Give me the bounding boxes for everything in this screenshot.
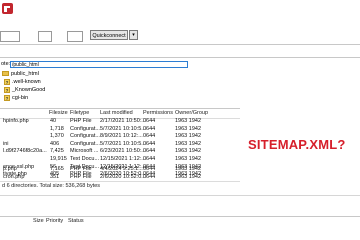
remote-path-input[interactable]: /public_html: [10, 61, 188, 68]
unknown-folder-icon: ?: [4, 94, 10, 101]
quickconnect-bar: Quickconnect ▾: [0, 29, 360, 43]
remote-path-bar: ote: /public_html: [0, 61, 190, 69]
tree-item-public-html[interactable]: public_html: [2, 70, 39, 78]
unknown-folder-icon: ?: [4, 78, 10, 85]
message-log: [0, 44, 360, 58]
queue-column-size[interactable]: Size: [33, 218, 44, 224]
column-header-filesize[interactable]: Filesize: [49, 110, 68, 116]
tree-item-cgi-bin[interactable]: ? cgi-bin: [4, 94, 28, 102]
table-row[interactable]: hpinfo.php 40 PHP File 2/17/2021 10:50:.…: [0, 118, 240, 126]
table-row[interactable]: 1,370 Configurat... 8/9/2021 10:12:... 0…: [0, 133, 240, 141]
port-input[interactable]: [67, 31, 83, 42]
column-header-permissions[interactable]: Permissions: [143, 110, 173, 116]
divider: [0, 195, 360, 196]
password-input[interactable]: [38, 31, 52, 42]
remote-directory-tree: public_html ? .well-known ? _KnownGood ? cg…: [0, 70, 190, 110]
file-list-overflow: p.php 7,165 PHP File 4/4/2024 9:25:1... …: [0, 166, 240, 182]
quickconnect-button[interactable]: Quickconnect: [90, 30, 128, 40]
filezilla-logo: [0, 0, 30, 18]
remote-path-label: ote:: [1, 61, 11, 67]
folder-icon: [2, 71, 9, 77]
column-header-owner-group[interactable]: Owner/Group: [175, 110, 208, 116]
table-row[interactable]: ini 406 Configurat... 5/7/2021 10:10:5..…: [0, 141, 240, 149]
table-row[interactable]: 19,915 Text Docu... 12/15/2021 1:12:... …: [0, 156, 240, 164]
column-header-last-modified[interactable]: Last modified: [100, 110, 133, 116]
transfer-queue-header: Size Priority Status: [0, 216, 360, 226]
table-row[interactable]: 1,718 Configurat... 5/7/2021 10:10:5... …: [0, 126, 240, 134]
tree-item-knowngood[interactable]: ? _KnownGood: [4, 86, 45, 94]
annotation-text: SITEMAP.XML?: [248, 137, 346, 152]
table-row[interactable]: l.d9f2746f8c20a... 7,425 Microsoft ... 6…: [0, 148, 240, 156]
unknown-folder-icon: ?: [4, 86, 10, 93]
host-input[interactable]: [0, 31, 20, 42]
table-row[interactable]: p.php 7,165 PHP File 4/4/2024 9:25:1... …: [0, 166, 240, 174]
tree-item-well-known[interactable]: ? .well-known: [4, 78, 41, 86]
queue-column-status[interactable]: Status: [68, 218, 84, 224]
column-header-filetype[interactable]: Filetype: [70, 110, 89, 116]
queue-column-priority[interactable]: Priority: [46, 218, 63, 224]
quickconnect-dropdown-icon[interactable]: ▾: [129, 30, 138, 40]
directory-summary-status: d 6 directories. Total size: 536,268 byt…: [0, 181, 240, 190]
